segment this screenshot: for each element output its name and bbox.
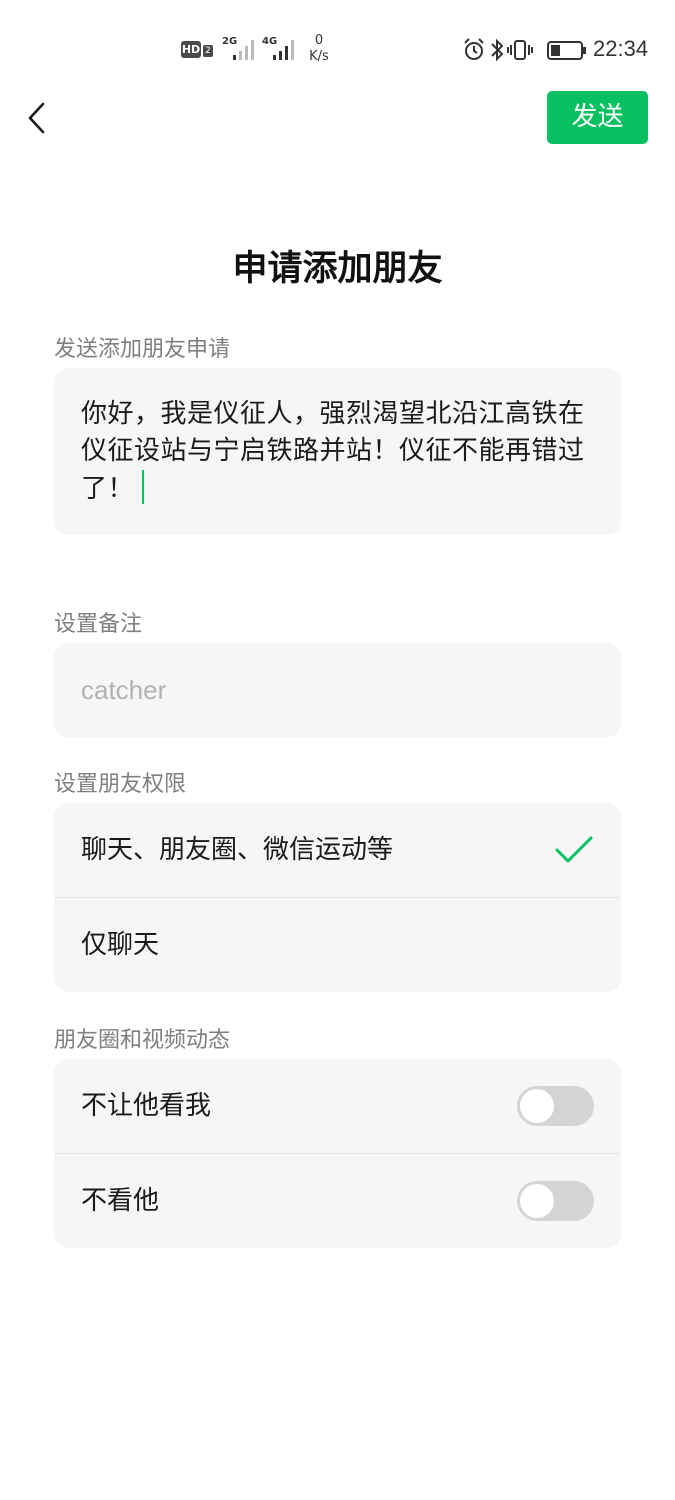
permission-option-all-label: 聊天、朋友圈、微信运动等: [81, 835, 394, 865]
signal-strength-icon-2: [273, 40, 294, 60]
alarm-icon: [464, 38, 484, 60]
hide-my-moments-label: 不让他看我: [81, 1091, 212, 1121]
permission-option-all[interactable]: 聊天、朋友圈、微信运动等: [54, 803, 621, 897]
network-speed-value: 0: [314, 33, 324, 48]
moments-label: 朋友圈和视频动态: [54, 1028, 231, 1053]
hide-their-moments-row: 不看他: [54, 1154, 621, 1248]
page-title: 申请添加朋友: [232, 249, 443, 289]
remark-field-container: [54, 643, 621, 737]
hd-voice-icon: HD: [181, 41, 201, 58]
permission-option-chat-only-label: 仅聊天: [81, 930, 160, 960]
clock-time: 22:34: [593, 36, 649, 61]
permissions-label: 设置朋友权限: [54, 772, 187, 797]
status-icons-group: [464, 38, 586, 62]
request-message-content: 你好，我是仪征人，强烈渴望北沿江高铁在仪征设站与宁启铁路并站！仪征不能再错过了！: [81, 399, 585, 504]
battery-icon: [547, 41, 586, 60]
toggle-knob: [520, 1184, 554, 1218]
moments-settings-list: 不让他看我 不看他: [54, 1059, 621, 1248]
hd-voice-sub-label: 2: [203, 45, 213, 57]
checkmark-icon: [555, 836, 593, 863]
network-speed: 0 K/s: [305, 33, 333, 65]
hide-their-moments-label: 不看他: [81, 1186, 160, 1216]
toggle-knob: [520, 1089, 554, 1123]
status-bar: HD 2 2G 4G 0 K/s 22:34: [0, 0, 675, 100]
signal-strength-icon-1: [233, 40, 254, 60]
vibrate-icon: [507, 40, 533, 60]
remark-label: 设置备注: [54, 612, 143, 637]
permissions-options-list: 聊天、朋友圈、微信运动等 仅聊天: [54, 803, 621, 992]
hide-their-moments-toggle[interactable]: [517, 1181, 594, 1221]
request-message-text[interactable]: 你好，我是仪征人，强烈渴望北沿江高铁在仪征设站与宁启铁路并站！仪征不能再错过了！: [81, 396, 596, 508]
hide-my-moments-toggle[interactable]: [517, 1086, 594, 1126]
text-cursor: [142, 470, 145, 504]
request-message-label: 发送添加朋友申请: [54, 337, 231, 362]
back-button[interactable]: [14, 96, 58, 140]
network-speed-unit: K/s: [309, 49, 329, 64]
bluetooth-icon: [491, 38, 504, 62]
chevron-left-icon: [28, 102, 45, 134]
send-button[interactable]: 发送: [547, 91, 648, 144]
permission-option-chat-only[interactable]: 仅聊天: [54, 898, 621, 992]
hide-my-moments-row: 不让他看我: [54, 1059, 621, 1153]
remark-input[interactable]: [81, 643, 591, 737]
request-message-box[interactable]: 你好，我是仪征人，强烈渴望北沿江高铁在仪征设站与宁启铁路并站！仪征不能再错过了！: [54, 368, 621, 535]
